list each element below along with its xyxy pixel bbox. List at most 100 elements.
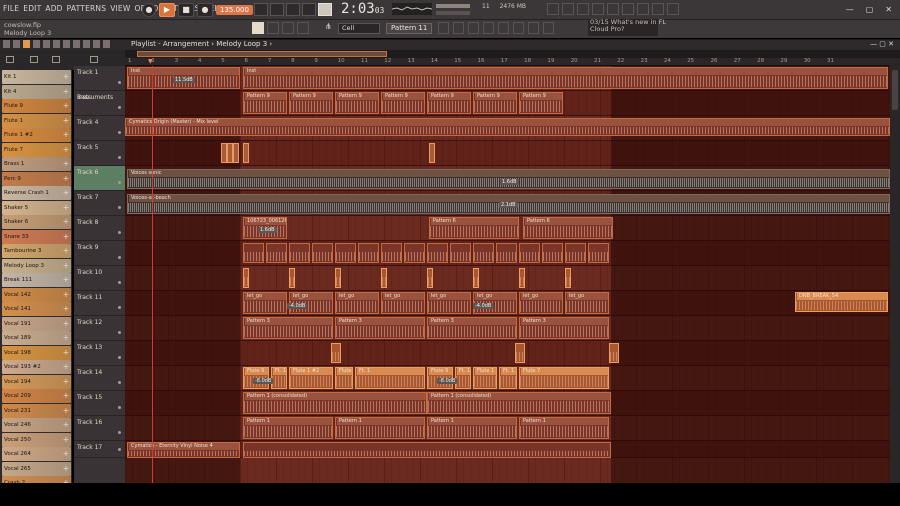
close-icon[interactable]: ✕ (885, 5, 892, 14)
stop-button[interactable]: ■ (178, 3, 194, 17)
master-volume-slider[interactable] (436, 4, 470, 8)
track-header[interactable]: Track 6 (74, 166, 125, 191)
menu-edit[interactable]: EDIT (23, 4, 41, 13)
slice-icon[interactable] (73, 40, 80, 48)
track-header[interactable]: Bass (74, 91, 125, 116)
mute-led-icon[interactable] (118, 281, 121, 284)
playlist-clip[interactable] (358, 243, 379, 263)
playlist-clip[interactable] (542, 243, 563, 263)
playlist-clip[interactable] (473, 268, 479, 288)
add-icon[interactable]: + (62, 435, 70, 444)
playlist-clip[interactable]: Pattern 1 (consolidated) (243, 392, 427, 414)
playlist-clip[interactable]: Pattern 3 (519, 317, 609, 339)
picker-item[interactable]: Vocal 191 + (2, 316, 71, 331)
sample-clip[interactable] (429, 143, 435, 163)
playhead[interactable] (152, 66, 153, 483)
track-header[interactable]: Track 16 (74, 416, 125, 441)
playlist-clip[interactable] (331, 343, 341, 363)
add-icon[interactable]: + (62, 348, 70, 357)
picker-item[interactable]: Tambourine 3 + (2, 244, 71, 258)
menu-file[interactable]: FILE (3, 4, 19, 13)
picker-item[interactable]: Kit 4 + (2, 84, 71, 99)
add-icon[interactable]: + (62, 290, 70, 299)
playlist-clip[interactable]: Pattern 3 (335, 317, 425, 339)
sample-clip[interactable] (243, 143, 249, 163)
add-icon[interactable]: + (62, 276, 70, 284)
settings-icon[interactable] (637, 3, 649, 15)
add-icon[interactable]: + (62, 189, 70, 197)
add-icon[interactable]: + (62, 334, 70, 342)
mute-led-icon[interactable] (118, 81, 121, 84)
picker-item[interactable]: Melody Loop 3 + (2, 258, 71, 273)
playlist-clip[interactable]: Ft. 1 (455, 367, 471, 389)
picker-item[interactable]: Vocal 194 + (2, 374, 71, 389)
add-icon[interactable]: + (62, 450, 70, 458)
playlist-clip[interactable]: Ft. 1 (499, 367, 517, 389)
picker-item[interactable]: Break 111 + (2, 273, 71, 287)
playlist-clip[interactable] (588, 243, 609, 263)
picker-view-icon[interactable] (52, 56, 60, 63)
magnet-icon[interactable]: ⋔ (325, 22, 335, 34)
mixer-icon[interactable] (562, 3, 574, 15)
menu-patterns[interactable]: PATTERNS (67, 4, 107, 13)
mute-led-icon[interactable] (118, 206, 121, 209)
mute-led-icon[interactable] (118, 256, 121, 259)
sample-clip[interactable] (233, 143, 239, 163)
playlist-clip[interactable]: Pattern 1 (427, 417, 517, 439)
snap-toggle-icon[interactable] (13, 40, 20, 48)
picker-item[interactable]: Flute 7 + (2, 142, 71, 157)
countdown-icon[interactable] (286, 3, 300, 16)
horizontal-scroll-thumb[interactable] (137, 51, 387, 57)
add-icon[interactable]: + (62, 73, 70, 81)
playlist-clip[interactable]: Flute 1 #2 (473, 367, 497, 389)
vertical-scrollbar[interactable] (890, 58, 900, 483)
playlist-clip[interactable] (243, 442, 611, 458)
playlist-clip[interactable] (243, 268, 249, 288)
picker-item[interactable]: Perc 9 + (2, 171, 71, 186)
track-header[interactable]: Track 4 (74, 116, 125, 141)
playlist-clip[interactable]: Cymatics Origin (Master) - Mix level (125, 118, 890, 136)
playlist-clip[interactable] (381, 243, 402, 263)
playlist-clip[interactable]: Pattern 1 (335, 417, 425, 439)
menu-add[interactable]: ADD (45, 4, 62, 13)
mute-icon[interactable] (53, 40, 60, 48)
maximize-icon[interactable]: ▢ (866, 5, 874, 14)
mute-led-icon[interactable] (118, 131, 121, 134)
paint-tool-icon[interactable] (267, 22, 279, 34)
mute-led-icon[interactable] (118, 231, 121, 234)
track-header[interactable]: Track 1 Instruments (74, 66, 125, 101)
playlist-clip[interactable] (427, 243, 448, 263)
playlist-clip[interactable]: Pattern 9 (335, 92, 379, 114)
picker-item[interactable]: Vocal 189 + (2, 331, 71, 345)
plugin-picker-icon[interactable] (498, 22, 509, 34)
playlist-clip[interactable]: Flute 7 (519, 367, 609, 389)
mute-led-icon[interactable] (118, 156, 121, 159)
slip-icon[interactable] (63, 40, 70, 48)
picker-item[interactable]: Vocal 264 + (2, 447, 71, 461)
playlist-clip[interactable] (473, 243, 494, 263)
playlist-clip[interactable]: Flute 1 #2 (289, 367, 333, 389)
add-icon[interactable]: + (62, 247, 70, 255)
playlist-clip[interactable]: Pattern 3 (427, 317, 517, 339)
timeline-ruler[interactable]: 1 2 3 4 5 6 7 8 9 10 11 12 13 14 15 16 17 18 19 20 21 22 23 24 2… (125, 58, 890, 66)
tempo-display[interactable]: 135.000 (216, 5, 253, 15)
add-icon[interactable]: + (62, 232, 70, 241)
help-icon[interactable] (622, 3, 634, 15)
picker-item[interactable]: Shaker 5 + (2, 200, 71, 215)
menu-view[interactable]: VIEW (110, 4, 130, 13)
mute-led-icon[interactable] (118, 381, 121, 384)
save-icon[interactable] (652, 3, 664, 15)
mute-led-icon[interactable] (118, 448, 121, 451)
playlist-clip[interactable]: let_go (427, 292, 471, 314)
add-icon[interactable]: + (62, 174, 70, 183)
playlist-clip[interactable]: Inst (243, 67, 888, 89)
snap-selector[interactable]: Cell (338, 23, 380, 34)
picker-item[interactable]: Brass 1 + (2, 157, 71, 171)
add-icon[interactable]: + (62, 160, 70, 168)
playlist-clip[interactable]: Ft. 1 (355, 367, 425, 389)
delete-icon[interactable] (43, 40, 50, 48)
draw-icon[interactable] (23, 40, 30, 48)
add-icon[interactable]: + (62, 392, 70, 400)
playlist-clip[interactable]: Pattern 9 (381, 92, 425, 114)
playlist-clip[interactable] (496, 243, 517, 263)
